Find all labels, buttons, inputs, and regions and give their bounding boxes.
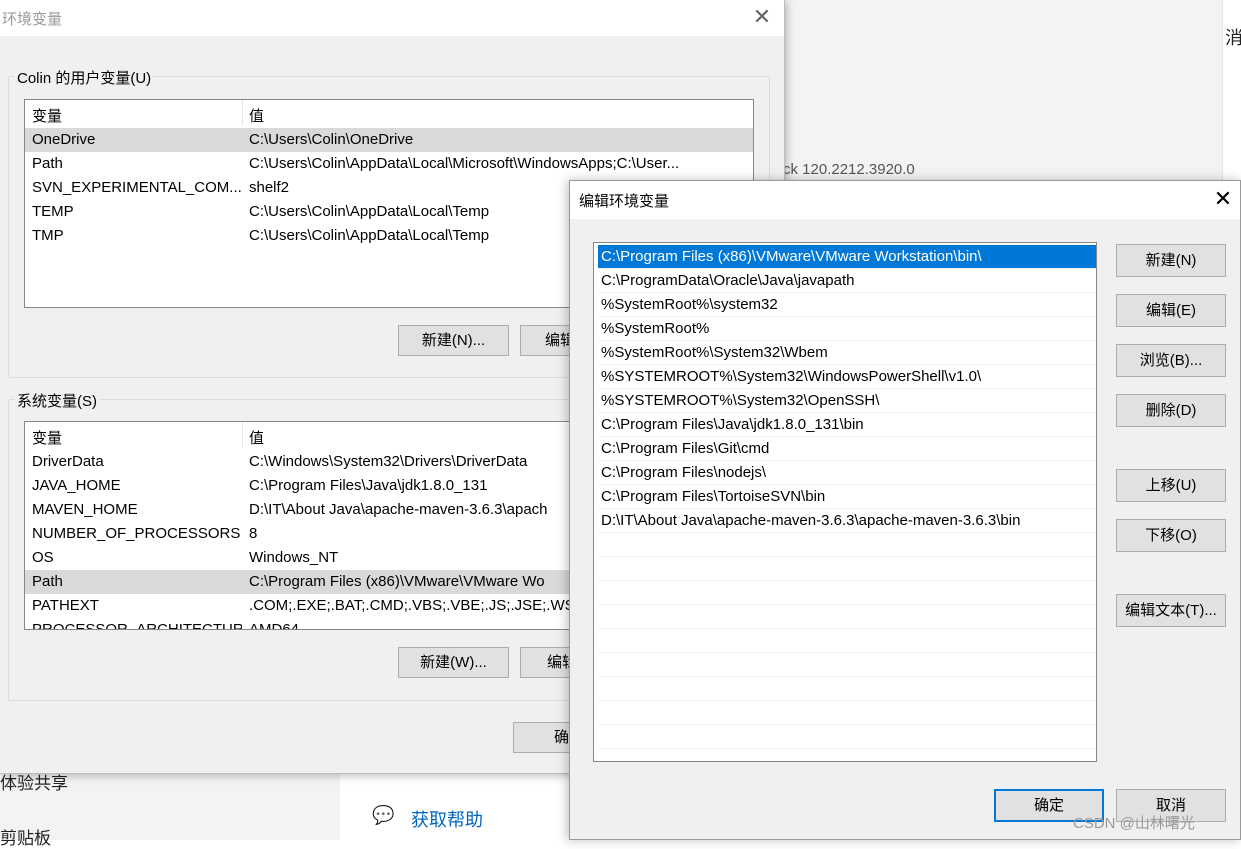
var-name: Path — [32, 573, 63, 590]
path-entry: D:\IT\About Java\apache-maven-3.6.3\apac… — [601, 512, 1021, 529]
list-item[interactable]: C:\Program Files\TortoiseSVN\bin — [598, 485, 1096, 509]
partial-label: 消 — [1225, 28, 1241, 48]
var-name: TMP — [32, 227, 64, 244]
column-divider[interactable] — [242, 100, 243, 126]
title-bar: 环境变量 ✕ — [0, 0, 784, 36]
path-entry: %SYSTEMROOT%\System32\WindowsPowerShell\… — [601, 368, 982, 385]
path-entry: C:\Program Files\nodejs\ — [601, 464, 767, 481]
path-entry: C:\Program Files\TortoiseSVN\bin — [601, 488, 826, 505]
path-entry: %SystemRoot%\System32\Wbem — [601, 344, 828, 361]
empty-row[interactable] — [598, 557, 1096, 581]
path-entry: C:\ProgramData\Oracle\Java\javapath — [601, 272, 855, 289]
edit-environment-variable-dialog: 编辑环境变量 ✕ C:\Program Files (x86)\VMware\V… — [569, 180, 1241, 840]
dialog-title: 编辑环境变量 — [579, 193, 670, 210]
list-item[interactable]: %SystemRoot% — [598, 317, 1096, 341]
user-variables-label: Colin 的用户变量(U) — [15, 67, 154, 88]
empty-row[interactable] — [598, 533, 1096, 557]
empty-row[interactable] — [598, 629, 1096, 653]
list-item[interactable]: %SystemRoot%\System32\Wbem — [598, 341, 1096, 365]
edit-button[interactable]: 编辑(E) — [1116, 294, 1226, 327]
list-item[interactable]: %SYSTEMROOT%\System32\OpenSSH\ — [598, 389, 1096, 413]
column-value[interactable]: 值 — [249, 427, 264, 448]
table-row[interactable]: OneDrive C:\Users\Colin\OneDrive — [25, 128, 753, 152]
column-variable[interactable]: 变量 — [32, 427, 62, 448]
path-entry: C:\Program Files\Git\cmd — [601, 440, 770, 457]
path-entry: C:\Program Files (x86)\VMware\VMware Wor… — [601, 248, 982, 265]
empty-row[interactable] — [598, 605, 1096, 629]
var-name: Path — [32, 155, 63, 172]
close-icon[interactable]: ✕ — [746, 1, 778, 33]
var-name: PATHEXT — [32, 597, 99, 614]
list-item[interactable]: C:\Program Files\Java\jdk1.8.0_131\bin — [598, 413, 1096, 437]
var-name: OneDrive — [32, 131, 96, 148]
move-up-button[interactable]: 上移(U) — [1116, 469, 1226, 502]
var-name: OS — [32, 549, 54, 566]
list-item[interactable]: C:\Program Files\nodejs\ — [598, 461, 1096, 485]
list-item[interactable]: C:\Program Files (x86)\VMware\VMware Wor… — [598, 245, 1096, 269]
nav-item-clipboard[interactable]: 剪贴板 — [0, 824, 51, 849]
watermark: CSDN @山林曙光 — [1073, 815, 1195, 832]
title-bar: 编辑环境变量 ✕ — [570, 181, 1240, 219]
var-value: C:\Users\Colin\OneDrive — [249, 131, 414, 148]
var-name: NUMBER_OF_PROCESSORS — [32, 525, 241, 542]
list-header: 变量 值 — [25, 100, 753, 126]
system-variables-label: 系统变量(S) — [15, 390, 99, 411]
var-name: DriverData — [32, 453, 104, 470]
list-item[interactable]: C:\Program Files\Git\cmd — [598, 437, 1096, 461]
list-item[interactable]: C:\ProgramData\Oracle\Java\javapath — [598, 269, 1096, 293]
path-entry: %SystemRoot% — [601, 320, 710, 337]
close-icon[interactable]: ✕ — [1207, 183, 1239, 215]
edit-text-button[interactable]: 编辑文本(T)... — [1116, 594, 1226, 627]
move-down-button[interactable]: 下移(O) — [1116, 519, 1226, 552]
path-list[interactable]: C:\Program Files (x86)\VMware\VMware Wor… — [593, 242, 1097, 762]
column-value[interactable]: 值 — [249, 105, 264, 126]
list-item[interactable]: D:\IT\About Java\apache-maven-3.6.3\apac… — [598, 509, 1096, 533]
dialog-title: 环境变量 — [2, 11, 63, 28]
column-variable[interactable]: 变量 — [32, 105, 62, 126]
path-entry: %SYSTEMROOT%\System32\OpenSSH\ — [601, 392, 880, 409]
browse-button[interactable]: 浏览(B)... — [1116, 344, 1226, 377]
list-item[interactable]: %SystemRoot%\system32 — [598, 293, 1096, 317]
get-help-link[interactable]: 获取帮助 — [411, 806, 483, 832]
path-entry: C:\Program Files\Java\jdk1.8.0_131\bin — [601, 416, 864, 433]
empty-row[interactable] — [598, 677, 1096, 701]
var-name: TEMP — [32, 203, 74, 220]
var-name: SVN_EXPERIMENTAL_COM... — [32, 179, 242, 196]
delete-button[interactable]: 删除(D) — [1116, 394, 1226, 427]
table-row[interactable]: Path C:\Users\Colin\AppData\Local\Micros… — [25, 152, 753, 176]
settings-panel — [785, 0, 1222, 180]
var-value: C:\Users\Colin\AppData\Local\Microsoft\W… — [249, 155, 680, 172]
new-button[interactable]: 新建(N) — [1116, 244, 1226, 277]
user-new-button[interactable]: 新建(N)... — [398, 325, 509, 356]
empty-row[interactable] — [598, 701, 1096, 725]
system-new-button[interactable]: 新建(W)... — [398, 647, 509, 678]
version-text: ck 120.2212.3920.0 — [783, 161, 915, 178]
var-name: JAVA_HOME — [32, 477, 121, 494]
empty-row[interactable] — [598, 653, 1096, 677]
column-divider[interactable] — [242, 422, 243, 448]
empty-row[interactable] — [598, 581, 1096, 605]
var-name: MAVEN_HOME — [32, 501, 138, 518]
path-entry: %SystemRoot%\system32 — [601, 296, 778, 313]
help-icon: 💬 — [372, 805, 395, 825]
list-item[interactable]: %SYSTEMROOT%\System32\WindowsPowerShell\… — [598, 365, 1096, 389]
var-name: PROCESSOR_ARCHITECTURE — [32, 621, 242, 630]
empty-row[interactable] — [598, 725, 1096, 749]
